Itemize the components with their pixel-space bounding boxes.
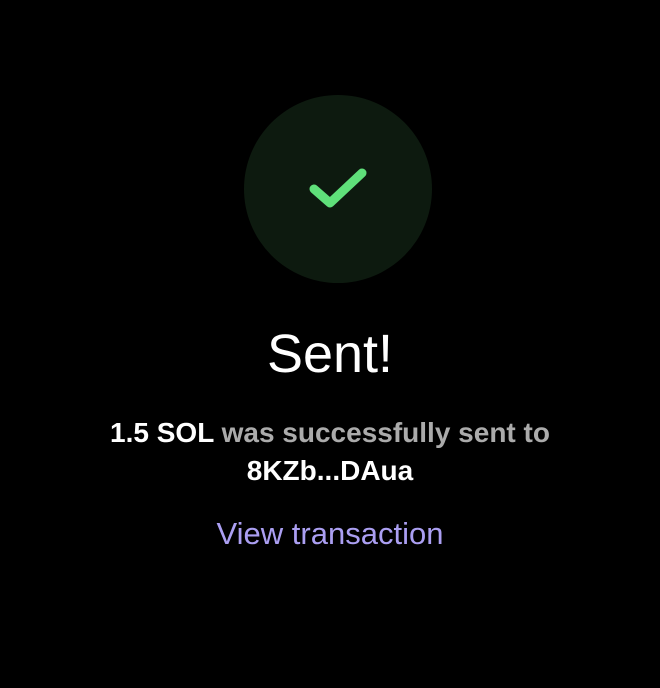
send-success-screen: Sent! 1.5 SOL was successfully sent to 8… — [0, 0, 660, 688]
page-title: Sent! — [266, 324, 394, 384]
sent-amount: 1.5 SOL — [110, 417, 214, 448]
checkmark-icon — [309, 168, 367, 208]
success-message: 1.5 SOL was successfully sent to 8KZb...… — [40, 414, 620, 490]
message-text: was successfully sent to — [213, 417, 550, 448]
recipient-address: 8KZb...DAua — [246, 455, 414, 486]
view-transaction-link[interactable]: View transaction — [0, 514, 660, 554]
success-circle — [244, 95, 432, 283]
